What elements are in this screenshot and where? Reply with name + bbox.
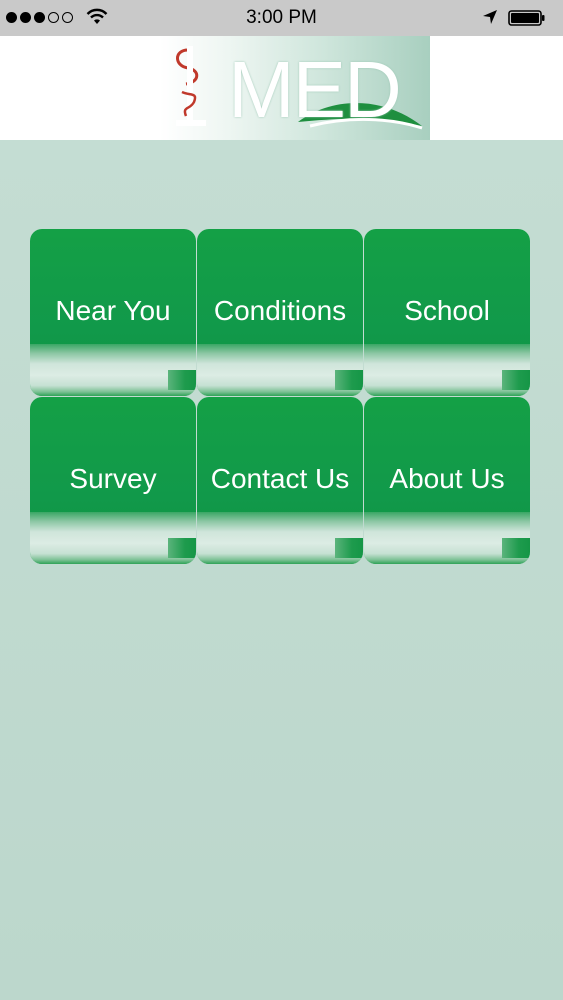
tile-stripe [197, 512, 363, 564]
battery-icon [508, 10, 545, 26]
tile-stripe [364, 344, 530, 396]
tile-survey[interactable]: Survey [30, 397, 196, 564]
main-content: Near You Conditions School Survey Contac… [0, 140, 563, 1000]
status-time: 3:00 PM [246, 7, 317, 28]
tile-label: Near You [55, 295, 171, 326]
logo-text: MED [228, 45, 402, 134]
tile-about-us[interactable]: About Us [364, 397, 530, 564]
tile-label: Survey [69, 463, 157, 494]
tile-stripe [30, 512, 196, 564]
app-logo: MED [160, 36, 430, 140]
tile-label: About Us [389, 463, 505, 494]
tile-label: Conditions [213, 295, 347, 326]
tile-contact-us[interactable]: Contact Us [197, 397, 363, 564]
status-bar: 3:00 PM [0, 0, 563, 36]
tile-school[interactable]: School [364, 229, 530, 396]
tile-near-you[interactable]: Near You [30, 229, 196, 396]
menu-grid: Near You Conditions School Survey Contac… [30, 229, 532, 564]
app-header: MED [0, 36, 563, 140]
tile-stripe [197, 344, 363, 396]
tile-stripe [364, 512, 530, 564]
tile-label: Contact Us [210, 463, 350, 494]
tile-conditions[interactable]: Conditions [197, 229, 363, 396]
location-arrow-icon [483, 10, 497, 24]
tile-label: School [404, 295, 490, 326]
tile-stripe [30, 344, 196, 396]
